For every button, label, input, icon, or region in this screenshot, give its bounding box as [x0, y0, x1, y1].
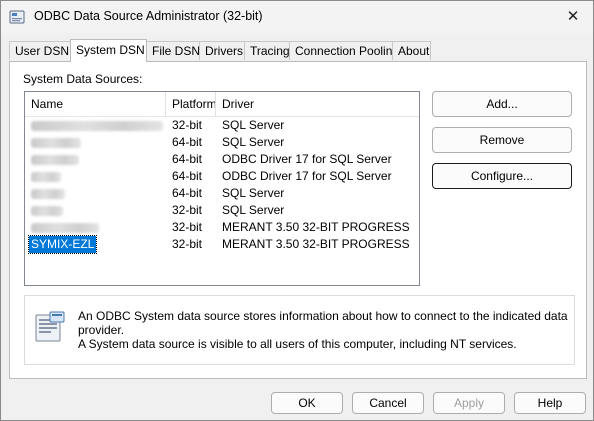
add-button[interactable]: Add... — [432, 91, 572, 117]
title-bar[interactable]: ODBC Data Source Administrator (32-bit) … — [1, 1, 593, 33]
tab-user-dsn[interactable]: User DSN — [9, 41, 71, 60]
list-header: Name Platform Driver — [25, 92, 419, 117]
tab-drivers[interactable]: Drivers — [199, 41, 245, 60]
tab-connection-pooling[interactable]: Connection Pooling — [289, 41, 399, 60]
system-dsn-panel: System Data Sources: Name Platform Drive… — [9, 61, 587, 379]
info-line-1: An ODBC System data source stores inform… — [78, 309, 568, 337]
row-driver: SQL Server — [222, 186, 285, 200]
row-driver: MERANT 3.50 32-BIT PROGRESS — [222, 237, 410, 251]
ok-button[interactable]: OK — [271, 392, 343, 414]
row-driver: ODBC Driver 17 for SQL Server — [222, 152, 392, 166]
remove-button[interactable]: Remove — [432, 127, 572, 153]
apply-button[interactable]: Apply — [433, 392, 505, 414]
data-source-icon — [35, 311, 65, 342]
redacted-name — [31, 138, 81, 148]
row-platform: 32-bit — [172, 220, 203, 234]
odbc-window: ODBC Data Source Administrator (32-bit) … — [0, 0, 594, 421]
row-platform: 64-bit — [172, 152, 203, 166]
redacted-name — [31, 189, 65, 199]
row-name: SYMIX-EZL — [27, 235, 98, 254]
tab-file-dsn[interactable]: File DSN — [146, 41, 200, 60]
redacted-name — [31, 172, 61, 182]
info-text: An ODBC System data source stores inform… — [78, 309, 568, 351]
row-platform: 32-bit — [172, 118, 203, 132]
table-row[interactable]: 32-bit SQL Server — [25, 117, 419, 134]
column-header-driver[interactable]: Driver — [216, 92, 416, 116]
table-row[interactable]: 64-bit ODBC Driver 17 for SQL Server — [25, 151, 419, 168]
tab-about[interactable]: About — [392, 41, 431, 60]
row-driver: MERANT 3.50 32-BIT PROGRESS — [222, 220, 410, 234]
row-driver: SQL Server — [222, 118, 285, 132]
column-header-name[interactable]: Name — [25, 92, 165, 116]
table-row[interactable]: 64-bit SQL Server — [25, 134, 419, 151]
redacted-name — [31, 206, 63, 216]
window-title: ODBC Data Source Administrator (32-bit) — [34, 9, 263, 23]
tab-system-dsn[interactable]: System DSN — [70, 39, 147, 62]
system-data-sources-label: System Data Sources: — [23, 72, 143, 86]
info-line-2: A System data source is visible to all u… — [78, 337, 517, 351]
table-row-selected[interactable]: SYMIX-EZL 32-bit MERANT 3.50 32-BIT PROG… — [25, 235, 419, 254]
configure-button[interactable]: Configure... — [432, 163, 572, 189]
row-platform: 64-bit — [172, 169, 203, 183]
table-row[interactable]: 32-bit MERANT 3.50 32-BIT PROGRESS — [25, 219, 419, 236]
close-icon[interactable]: ✕ — [553, 1, 593, 33]
tab-tracing[interactable]: Tracing — [244, 41, 290, 60]
info-box: An ODBC System data source stores inform… — [24, 295, 575, 365]
dialog-footer: OK Cancel Apply Help — [1, 385, 593, 420]
redacted-name — [31, 223, 99, 233]
table-row[interactable]: 64-bit SQL Server — [25, 185, 419, 202]
row-platform: 64-bit — [172, 186, 203, 200]
row-driver: SQL Server — [222, 135, 285, 149]
row-platform: 32-bit — [172, 237, 203, 251]
redacted-name — [31, 155, 79, 165]
column-header-platform[interactable]: Platform — [166, 92, 217, 116]
system-data-sources-list[interactable]: Name Platform Driver 32-bit SQL Server 6… — [24, 91, 420, 286]
cancel-button[interactable]: Cancel — [352, 392, 424, 414]
table-row[interactable]: 32-bit SQL Server — [25, 202, 419, 219]
odbc-app-icon — [9, 10, 25, 24]
row-platform: 64-bit — [172, 135, 203, 149]
row-platform: 32-bit — [172, 203, 203, 217]
row-driver: ODBC Driver 17 for SQL Server — [222, 169, 392, 183]
redacted-name — [31, 121, 163, 131]
row-driver: SQL Server — [222, 203, 285, 217]
table-row[interactable]: 64-bit ODBC Driver 17 for SQL Server — [25, 168, 419, 185]
help-button[interactable]: Help — [514, 392, 586, 414]
